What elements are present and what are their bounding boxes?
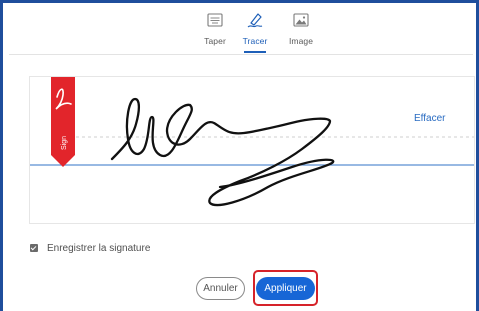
signature-canvas: Sign [30, 77, 474, 207]
pen-icon [247, 13, 263, 28]
signature-stroke [110, 97, 335, 207]
sign-badge: Sign [51, 77, 75, 167]
keyboard-icon [207, 13, 223, 27]
save-signature-label: Enregistrer la signature [47, 242, 151, 254]
tab-tracer[interactable]: Tracer [235, 10, 275, 53]
tab-label-taper: Taper [204, 36, 226, 46]
window-frame-top [0, 0, 479, 3]
tab-taper[interactable]: Taper [195, 10, 235, 52]
save-signature-row: Enregistrer la signature [30, 241, 150, 255]
signature-dialog: Taper Tracer Image Sign Effacer Enregist… [9, 6, 475, 309]
save-signature-checkbox[interactable] [30, 244, 38, 252]
cancel-button[interactable]: Annuler [196, 277, 245, 300]
sign-badge-label: Sign [61, 136, 68, 150]
apply-button[interactable]: Appliquer [256, 277, 315, 300]
image-icon [293, 13, 309, 27]
active-tab-indicator [244, 51, 266, 53]
tab-label-tracer: Tracer [242, 36, 268, 46]
tab-image[interactable]: Image [281, 10, 321, 52]
tab-label-image: Image [288, 36, 314, 46]
window-frame-left [0, 0, 3, 311]
signature-drawing-area[interactable]: Sign [29, 76, 475, 224]
signature-mode-tabs: Taper Tracer Image [9, 6, 473, 55]
clear-signature-link[interactable]: Effacer [414, 113, 446, 124]
